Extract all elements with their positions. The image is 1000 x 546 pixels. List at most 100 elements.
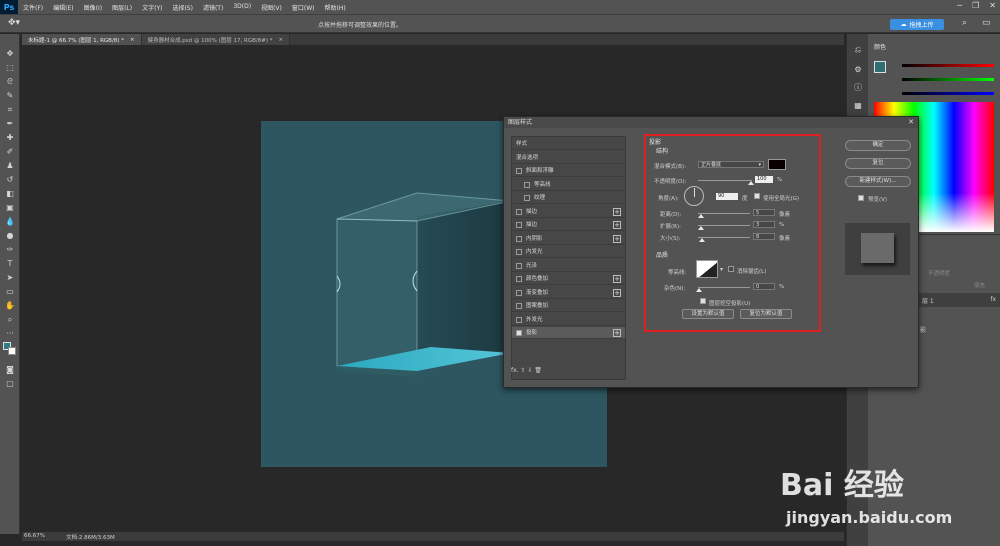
style-list-label: 混合选项 — [516, 154, 539, 161]
workspace-icon[interactable]: ▭ — [982, 18, 991, 28]
style-list-item[interactable]: 等高线 — [512, 179, 625, 191]
preview-checkbox[interactable] — [858, 195, 864, 201]
zoom-level[interactable]: 66.67% — [24, 533, 45, 539]
path-select-icon[interactable]: ➤ — [3, 272, 17, 284]
style-checkbox[interactable] — [516, 208, 522, 215]
style-checkbox[interactable] — [516, 289, 522, 296]
menu-item[interactable]: 窗口(W) — [287, 3, 320, 12]
style-list-item[interactable]: 投影 + — [512, 327, 625, 339]
menu-item[interactable]: 图像(I) — [79, 3, 107, 12]
style-list-item[interactable]: 描边 + — [512, 206, 625, 218]
tab-fitness-psd[interactable]: 健身器材合成.psd @ 100% (图层 17, RGB/8#) * × — [141, 34, 291, 45]
crop-icon[interactable]: ⌗ — [3, 104, 17, 116]
style-checkbox[interactable] — [516, 330, 522, 336]
style-checkbox[interactable] — [516, 235, 522, 242]
zoom-icon[interactable]: ⌕ — [3, 314, 17, 326]
blue-slider[interactable] — [902, 92, 994, 95]
background-color-swatch[interactable] — [8, 347, 16, 355]
add-effect-icon[interactable]: + — [613, 207, 621, 216]
pen-icon[interactable]: ✑ — [3, 244, 17, 256]
preview-swatch — [861, 233, 894, 263]
more-tools-icon[interactable]: ··· — [3, 328, 17, 340]
marquee-icon[interactable]: ⬚ — [3, 62, 17, 74]
menu-item[interactable]: 滤镜(T) — [198, 3, 228, 12]
add-effect-icon[interactable]: + — [613, 288, 621, 297]
dialog-close-icon[interactable]: ✕ — [908, 118, 914, 126]
move-icon[interactable]: ✥ — [3, 48, 17, 60]
swatches-panel-icon[interactable]: ▦ — [852, 100, 864, 112]
add-effect-icon[interactable]: + — [613, 221, 621, 229]
style-list-label: 外发光 — [526, 316, 543, 323]
menu-item[interactable]: 帮助(H) — [320, 3, 351, 12]
style-list-item[interactable]: 图案叠加 — [512, 300, 625, 312]
type-icon[interactable]: T — [3, 258, 17, 270]
lasso-icon[interactable]: ᘓ — [3, 76, 17, 88]
close-button[interactable]: ✕ — [989, 1, 996, 10]
history-brush-icon[interactable]: ↺ — [3, 174, 17, 186]
style-checkbox[interactable] — [516, 262, 522, 269]
healing-icon[interactable]: ✚ — [3, 132, 17, 144]
quick-mask-icon[interactable]: ◙ — [3, 364, 17, 376]
menu-item[interactable]: 视图(V) — [256, 3, 287, 12]
style-list-item[interactable]: 颜色叠加 + — [512, 273, 625, 285]
style-list-item[interactable]: 混合选项 — [512, 152, 625, 164]
cancel-button[interactable]: 复位 — [845, 158, 911, 169]
style-list-item[interactable]: 光泽 — [512, 260, 625, 272]
ok-button[interactable]: 确定 — [845, 140, 911, 151]
style-list-item[interactable]: 描边 + — [512, 219, 625, 231]
shape-icon[interactable]: ▭ — [3, 286, 17, 298]
menu-item[interactable]: 文字(Y) — [137, 3, 167, 12]
style-list-item[interactable]: 内阴影 + — [512, 233, 625, 245]
stamp-icon[interactable]: ♟ — [3, 160, 17, 172]
menu-item[interactable]: 文件(F) — [18, 3, 48, 12]
style-list-item[interactable]: 样式 — [512, 138, 625, 150]
style-checkbox[interactable] — [516, 168, 522, 174]
properties-panel-icon[interactable]: ⚙ — [852, 64, 864, 76]
dodge-icon[interactable]: ● — [3, 230, 17, 242]
new-style-button[interactable]: 新建样式(W)... — [845, 176, 911, 187]
style-list-item[interactable]: 纹理 — [512, 192, 625, 204]
menu-item[interactable]: 编辑(E) — [48, 3, 78, 12]
style-checkbox[interactable] — [524, 195, 530, 201]
search-icon[interactable]: ⌕ — [962, 18, 967, 28]
style-checkbox[interactable] — [516, 249, 522, 255]
style-checkbox[interactable] — [516, 303, 522, 309]
style-list-item[interactable]: 外发光 — [512, 314, 625, 326]
gradient-icon[interactable]: ▣ — [3, 202, 17, 214]
eraser-icon[interactable]: ◧ — [3, 188, 17, 200]
tab-untitled-1[interactable]: 未标题-1 @ 66.7% (图层 1, RGB/8) * × — [22, 34, 142, 45]
eyedropper-icon[interactable]: ✒ — [3, 118, 17, 130]
tab-close-icon[interactable]: × — [278, 37, 283, 43]
info-panel-icon[interactable]: ⓘ — [852, 82, 864, 94]
quick-select-icon[interactable]: ✎ — [3, 90, 17, 102]
style-list-toolbar[interactable]: fx. ⇧ ⇩ 🗑 — [511, 367, 542, 374]
brush-icon[interactable]: ✐ — [3, 146, 17, 158]
menu-item[interactable]: 选择(S) — [167, 3, 198, 12]
tab-close-icon[interactable]: × — [130, 37, 135, 43]
add-effect-icon[interactable]: + — [613, 234, 621, 243]
style-checkbox[interactable] — [516, 276, 522, 282]
history-panel-icon[interactable]: ⎌ — [852, 44, 864, 56]
style-list-item[interactable]: 渐变叠加 + — [512, 287, 625, 299]
restore-button[interactable]: ❐ — [972, 1, 979, 10]
menu-item[interactable]: 3D(D) — [228, 3, 256, 12]
screen-mode-icon[interactable]: ▢ — [3, 378, 17, 390]
style-checkbox[interactable] — [524, 181, 530, 188]
menu-item[interactable]: 图层(L) — [107, 3, 137, 12]
color-panel-foreground[interactable] — [874, 61, 886, 73]
hand-icon[interactable]: ✋ — [3, 300, 17, 312]
add-effect-icon[interactable]: + — [613, 329, 621, 337]
minimize-button[interactable]: ─ — [957, 1, 962, 10]
layer-row[interactable]: 层 1 fx — [908, 293, 1000, 307]
document-size[interactable]: 文档:2.86M/3.63M — [66, 533, 115, 541]
add-effect-icon[interactable]: + — [613, 275, 621, 283]
style-checkbox[interactable] — [516, 316, 522, 323]
move-tool-icon[interactable]: ✥▾ — [8, 18, 20, 28]
blur-icon[interactable]: 💧 — [3, 216, 17, 228]
style-list-item[interactable]: 斜面和浮雕 — [512, 165, 625, 177]
style-checkbox[interactable] — [516, 222, 522, 228]
upload-button[interactable]: ☁ 拖拽上传 — [890, 19, 944, 30]
style-list-item[interactable]: 内发光 — [512, 246, 625, 258]
red-slider[interactable] — [902, 64, 994, 67]
green-slider[interactable] — [902, 78, 994, 81]
